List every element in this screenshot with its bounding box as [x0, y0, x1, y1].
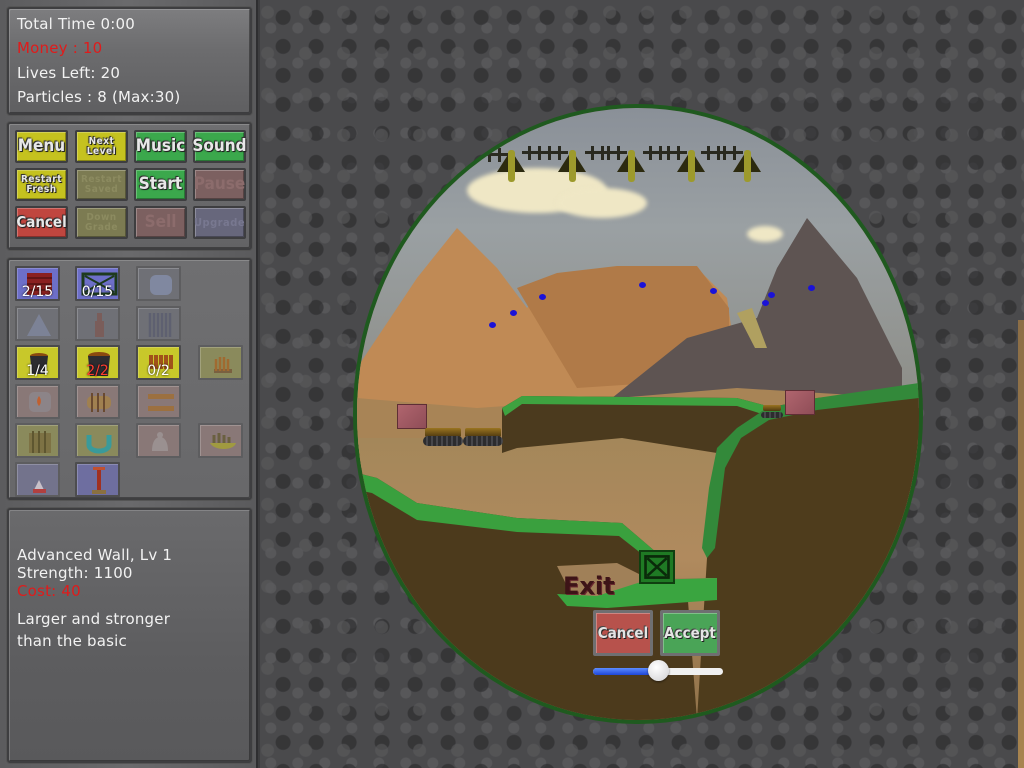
x-crate-icon: [644, 555, 670, 579]
game-viewport[interactable]: Exit Cancel Accept: [357, 108, 919, 720]
down-grade-button[interactable]: Down Grade: [75, 206, 128, 239]
restart-saved-button[interactable]: Restart Saved: [75, 168, 128, 201]
planks-icon: [148, 394, 174, 411]
spike-bed-icon: [214, 357, 232, 373]
money: Money : 10: [17, 39, 103, 57]
item-dome[interactable]: [136, 266, 181, 301]
particle: [510, 310, 517, 316]
menu-button[interactable]: Menu: [15, 130, 68, 163]
particles-count: Particles : 8 (Max:30): [17, 88, 181, 106]
pause-button[interactable]: Pause: [193, 168, 246, 201]
item-lamp-post[interactable]: [15, 462, 60, 497]
item-spike-roller[interactable]: 0/2: [136, 345, 181, 380]
sell-button[interactable]: Sell: [134, 206, 187, 239]
restart-fresh-button[interactable]: Restart Fresh: [15, 168, 68, 201]
music-button[interactable]: Music: [134, 130, 187, 163]
barrel-icon: [87, 393, 111, 412]
item-name: Advanced Wall, Lv 1: [17, 546, 173, 564]
item-pyramid[interactable]: [15, 306, 60, 341]
particle: [762, 300, 769, 306]
coil-icon: [148, 313, 172, 337]
cauldron-tower[interactable]: [761, 405, 783, 418]
item-strength: Strength: 1100: [17, 564, 133, 582]
item-barrel-cannon[interactable]: [75, 384, 120, 419]
start-button[interactable]: Start: [134, 168, 187, 201]
exit-label: Exit: [563, 572, 615, 600]
total-time: Total Time 0:00: [17, 15, 135, 33]
exit-crate: [639, 550, 675, 584]
item-count: 2/15: [21, 284, 54, 300]
item-small-cauldron[interactable]: 1/4: [15, 345, 60, 380]
cancel-button[interactable]: Cancel: [15, 206, 68, 239]
particle: [710, 288, 717, 294]
particle: [489, 322, 496, 328]
brick-wall[interactable]: [785, 390, 815, 415]
item-fence[interactable]: [15, 423, 60, 458]
info-panel: Advanced Wall, Lv 1 Strength: 1100 Cost:…: [7, 508, 252, 763]
item-advanced-wall[interactable]: 0/15: [75, 266, 120, 301]
item-crown-bowl[interactable]: [198, 423, 243, 458]
item-large-cauldron[interactable]: 2/2: [75, 345, 120, 380]
item-plank-stack[interactable]: [136, 384, 181, 419]
item-description-1: Larger and stronger: [17, 610, 171, 628]
item-bottle[interactable]: [75, 306, 120, 341]
next-level-button[interactable]: Next Level: [75, 130, 128, 163]
item-basic-wall[interactable]: 2/15: [15, 266, 60, 301]
upgrade-button[interactable]: Upgrade: [193, 206, 246, 239]
accept-placement-button[interactable]: Accept: [660, 610, 720, 656]
propeller: [601, 146, 627, 160]
item-spike-bed[interactable]: [198, 345, 243, 380]
stats-panel: Total Time 0:00 Money : 10 Lives Left: 2…: [7, 7, 252, 115]
item-bell-pot[interactable]: [136, 423, 181, 458]
tesla-icon: [92, 467, 106, 494]
item-count: 0/2: [147, 363, 170, 379]
item-cost: Cost: 40: [17, 582, 81, 600]
sidebar: Total Time 0:00 Money : 10 Lives Left: 2…: [0, 0, 258, 768]
controls-panel: Menu Next Level Music Sound Restart Fres…: [7, 122, 252, 250]
lamp-icon: [33, 468, 46, 493]
propeller: [542, 146, 568, 160]
particle: [539, 294, 546, 300]
cauldron-tower[interactable]: [463, 428, 503, 446]
fence-icon: [29, 431, 51, 453]
dome-icon: [150, 275, 172, 295]
item-count: 2/2: [86, 363, 109, 379]
slider-thumb[interactable]: [648, 660, 669, 681]
cauldron-tower[interactable]: [423, 428, 463, 446]
item-tesla-pole[interactable]: [75, 462, 120, 497]
item-description-2: than the basic: [17, 632, 127, 650]
crown-bowl-icon: [210, 433, 236, 449]
bottle-icon: [95, 313, 104, 337]
item-u-magnet[interactable]: [75, 423, 120, 458]
brick-wall[interactable]: [397, 404, 427, 429]
item-spring-coil[interactable]: [136, 306, 181, 341]
item-count: 0/15: [81, 284, 114, 300]
item-flame-tank[interactable]: [15, 384, 60, 419]
sound-button[interactable]: Sound: [192, 130, 247, 163]
particle: [768, 292, 775, 298]
propeller: [482, 148, 508, 162]
magnet-icon: [86, 435, 112, 454]
lives-left: Lives Left: 20: [17, 64, 121, 82]
particle: [808, 285, 815, 291]
cancel-placement-button[interactable]: Cancel: [593, 610, 653, 656]
terrain-edge: [1018, 320, 1024, 768]
propeller: [717, 146, 743, 160]
pyramid-icon: [27, 314, 51, 336]
item-count: 1/4: [26, 363, 49, 379]
items-panel: 2/15 0/15 1/4 2/2 0/2: [7, 258, 252, 500]
flame-tank-icon: [29, 392, 51, 412]
propeller: [661, 146, 687, 160]
particle: [639, 282, 646, 288]
bell-icon: [152, 432, 168, 451]
rotation-slider[interactable]: [593, 660, 723, 681]
